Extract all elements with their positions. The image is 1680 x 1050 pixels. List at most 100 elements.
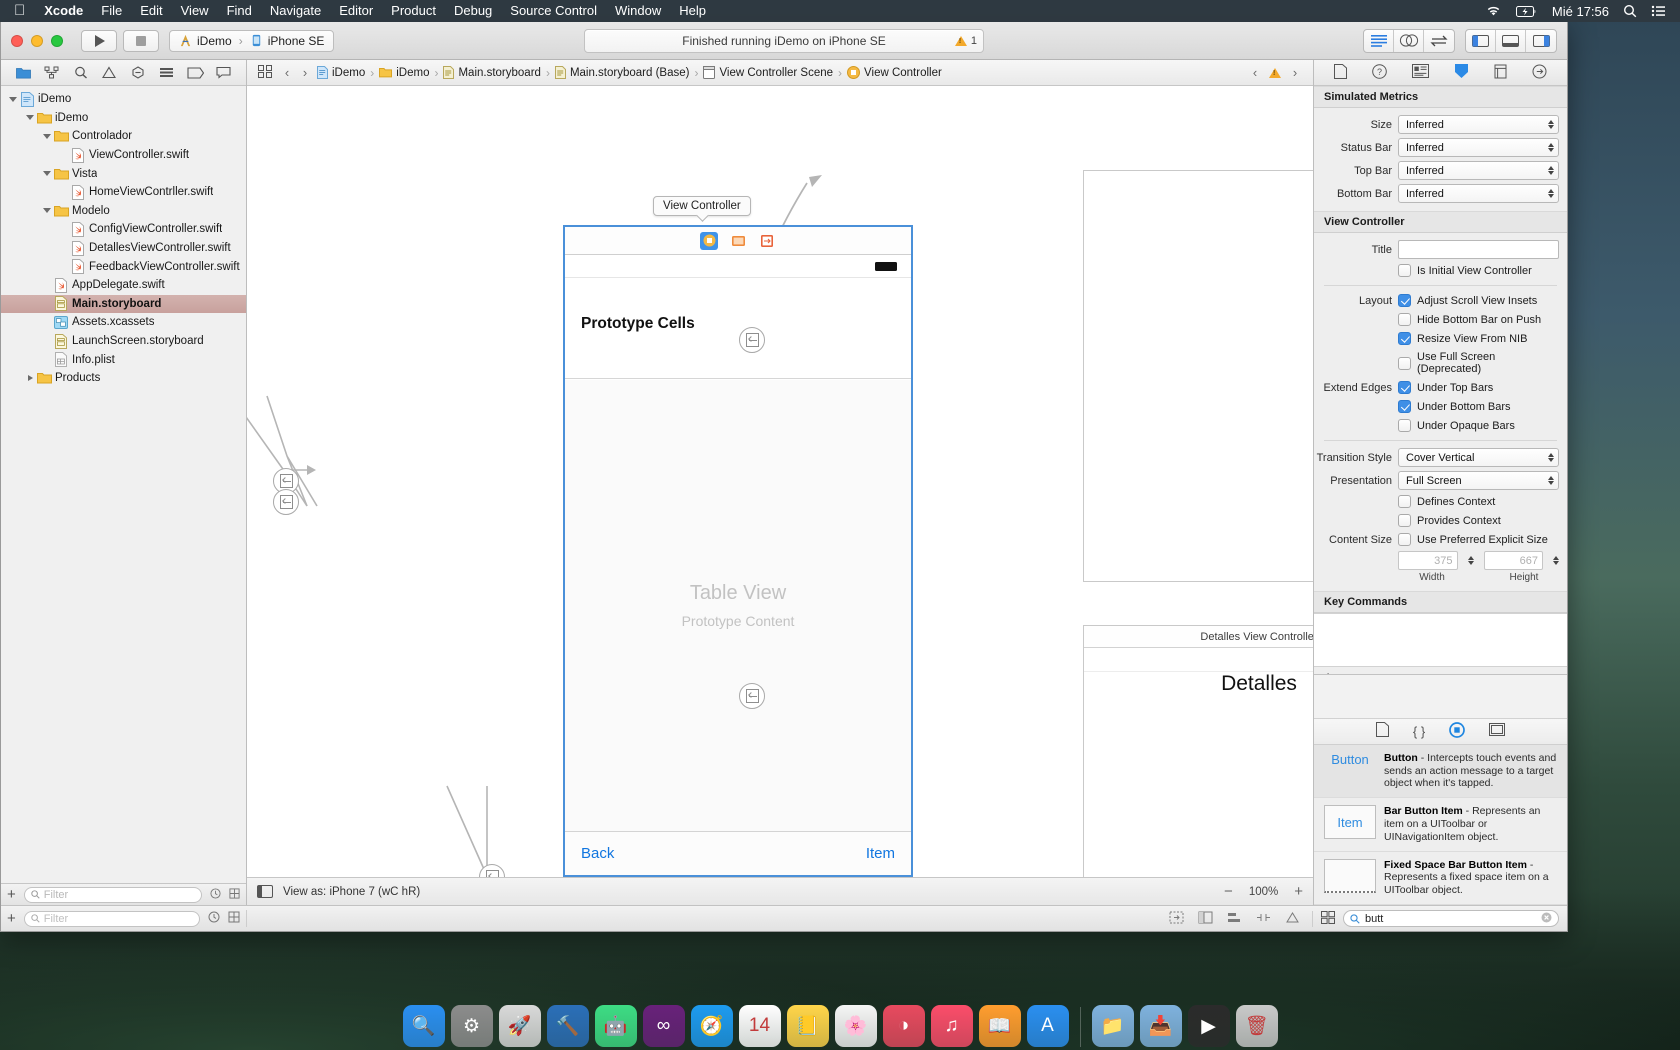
- media-library-tab[interactable]: [1489, 723, 1506, 739]
- resolve-auto-layout-icon[interactable]: [1285, 911, 1300, 927]
- disclosure-triangle-icon[interactable]: [24, 375, 36, 382]
- add-file-button[interactable]: +: [7, 887, 16, 902]
- menu-item-edit[interactable]: Edit: [131, 0, 171, 22]
- code-snippet-library-tab[interactable]: { }: [1413, 724, 1425, 739]
- align-icon[interactable]: [1227, 911, 1242, 927]
- symbol-navigator-tab[interactable]: [66, 62, 95, 84]
- checkbox-resize-view-from-nib[interactable]: Resize View From NIB: [1398, 331, 1559, 346]
- file-tree-row[interactable]: FeedbackViewController.swift: [1, 257, 246, 276]
- width-stepper[interactable]: [1467, 556, 1474, 565]
- checkbox-defines-context[interactable]: Defines Context: [1398, 494, 1559, 509]
- stop-button[interactable]: [123, 29, 159, 52]
- checkbox-is-initial-view-controller[interactable]: Is Initial View Controller: [1398, 263, 1559, 278]
- filter-source-icon[interactable]: [228, 911, 240, 926]
- dock-icon-launchpad[interactable]: 🚀: [498, 1005, 541, 1047]
- breadcrumb-item-project[interactable]: iDemo: [315, 66, 367, 79]
- dock-icon-terminal[interactable]: ▶: [1187, 1005, 1230, 1047]
- dock-icon-finder[interactable]: 🔍: [402, 1005, 445, 1047]
- file-tree-row[interactable]: Controlador: [1, 127, 246, 146]
- file-tree-row[interactable]: iDemo: [1, 109, 246, 128]
- menu-item-view[interactable]: View: [172, 0, 218, 22]
- related-files-icon[interactable]: [253, 64, 277, 81]
- spotlight-icon[interactable]: [1623, 4, 1637, 18]
- checkbox-box[interactable]: [1398, 495, 1411, 508]
- library-item-bar-button-item[interactable]: Item Bar Button Item - Represents an ite…: [1314, 798, 1567, 852]
- exit-dock-icon[interactable]: [758, 232, 776, 250]
- back-button[interactable]: ‹: [279, 65, 295, 80]
- menu-item-file[interactable]: File: [92, 0, 131, 22]
- view-as-label[interactable]: View as: iPhone 7 (wC hR): [283, 886, 420, 898]
- report-navigator-tab[interactable]: [209, 62, 238, 84]
- filter-edited-icon[interactable]: [229, 887, 240, 902]
- dock-icon-app-store[interactable]: A: [1026, 1005, 1069, 1047]
- checkbox-box[interactable]: [1398, 400, 1411, 413]
- quick-help-inspector-tab[interactable]: ?: [1372, 63, 1388, 82]
- file-tree-row[interactable]: ConfigViewController.swift: [1, 220, 246, 239]
- file-tree-row[interactable]: LaunchScreen.storyboard: [1, 332, 246, 351]
- breadcrumb-item-view-controller[interactable]: View Controller: [845, 66, 944, 79]
- test-navigator-tab[interactable]: [124, 62, 153, 84]
- menu-item-debug[interactable]: Debug: [445, 0, 501, 22]
- view-controller-dock-icon[interactable]: [700, 231, 718, 250]
- detalles-view-controller-scene[interactable]: Detalles View Controller Detalles Button: [1083, 625, 1313, 877]
- project-file-tree[interactable]: iDemo iDemo Controlador ViewController.swif…: [1, 86, 246, 883]
- breadcrumb-item-folder[interactable]: iDemo: [377, 67, 431, 79]
- disclosure-triangle-icon[interactable]: [24, 115, 36, 121]
- disclosure-triangle-icon[interactable]: [7, 96, 19, 102]
- menu-item-source-control[interactable]: Source Control: [501, 0, 606, 22]
- height-stepper[interactable]: [1553, 556, 1559, 565]
- file-tree-row[interactable]: Info.plist: [1, 350, 246, 369]
- menu-item-navigate[interactable]: Navigate: [261, 0, 330, 22]
- minimize-button[interactable]: [31, 34, 43, 47]
- toolbar-item-button[interactable]: Item: [866, 845, 895, 862]
- presentation-popup[interactable]: Full Screen: [1398, 471, 1559, 490]
- menu-item-window[interactable]: Window: [606, 0, 670, 22]
- dock-icon-downloads-folder[interactable]: 📥: [1139, 1005, 1182, 1047]
- checkbox-box[interactable]: [1398, 419, 1411, 432]
- disclosure-triangle-icon[interactable]: [41, 171, 53, 177]
- dock-icon-xcode[interactable]: 🔨: [546, 1005, 589, 1047]
- filter-recent-icon[interactable]: [208, 911, 220, 926]
- size-inspector-tab[interactable]: [1494, 64, 1507, 82]
- grid-view-toggle[interactable]: [1321, 910, 1335, 927]
- pin-icon[interactable]: [1256, 911, 1271, 927]
- view-controller-callout[interactable]: View Controller: [653, 196, 751, 216]
- checkbox-adjust-scroll-view-insets[interactable]: Adjust Scroll View Insets: [1398, 293, 1559, 308]
- checkbox-use-preferred-explicit-size[interactable]: Use Preferred Explicit Size: [1398, 532, 1559, 547]
- menu-item-editor[interactable]: Editor: [330, 0, 382, 22]
- top-bar-popup[interactable]: Inferred: [1398, 161, 1559, 180]
- table-view[interactable]: Table View Prototype Content: [565, 380, 911, 831]
- storyboard-canvas[interactable]: View Controller Prototype Cells Table Vi…: [247, 86, 1313, 877]
- first-responder-dock-icon[interactable]: [729, 232, 747, 250]
- checkbox-box[interactable]: [1398, 264, 1411, 277]
- debug-navigator-tab[interactable]: [152, 62, 181, 84]
- library-item-button[interactable]: Button Button - Intercepts touch events …: [1314, 744, 1567, 799]
- file-tree-row[interactable]: iDemo: [1, 90, 246, 109]
- file-tree-row[interactable]: Products: [1, 369, 246, 388]
- ios-toolbar[interactable]: Back Item: [565, 831, 911, 875]
- dock-icon-android-studio[interactable]: 🤖: [594, 1005, 637, 1047]
- secondary-scene[interactable]: [1083, 170, 1313, 582]
- toggle-navigator-button[interactable]: [1466, 29, 1496, 52]
- standard-editor-button[interactable]: [1364, 29, 1394, 52]
- dock-icon-app-colors[interactable]: ◑: [882, 1005, 925, 1047]
- transition-style-popup[interactable]: Cover Vertical: [1398, 448, 1559, 467]
- content-height-input[interactable]: 667: [1483, 551, 1543, 570]
- checkbox-under-bottom-bars[interactable]: Under Bottom Bars: [1398, 399, 1559, 414]
- connections-inspector-tab[interactable]: [1532, 64, 1547, 82]
- close-button[interactable]: [11, 34, 23, 47]
- library-item-fixed-space-bar-button-item[interactable]: Fixed Space Bar Button Item - Represents…: [1314, 852, 1567, 905]
- view-controller-scene[interactable]: Prototype Cells Table View Prototype Con…: [563, 225, 913, 877]
- control-center-icon[interactable]: [1651, 5, 1666, 17]
- menubar-clock[interactable]: Mié 17:56: [1552, 4, 1609, 19]
- dock-icon-photos[interactable]: 🌸: [834, 1005, 877, 1047]
- toolbar-back-button[interactable]: Back: [581, 845, 614, 862]
- wifi-icon[interactable]: [1485, 5, 1502, 17]
- breadcrumb-item-storyboard[interactable]: Main.storyboard: [441, 66, 542, 79]
- file-tree-row[interactable]: ViewController.swift: [1, 146, 246, 165]
- navigator-filter-field[interactable]: Filter: [23, 886, 202, 903]
- key-commands-list[interactable]: [1314, 613, 1567, 667]
- update-frames-icon[interactable]: [1169, 911, 1184, 927]
- checkbox-box[interactable]: [1398, 294, 1411, 307]
- dock-icon-calendar[interactable]: 14: [738, 1005, 781, 1047]
